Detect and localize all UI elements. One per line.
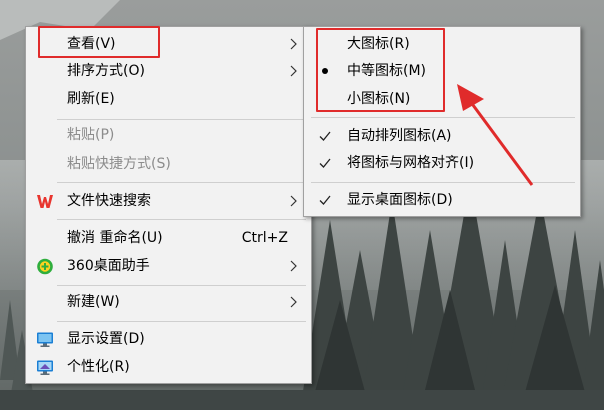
checkmark-icon bbox=[319, 195, 331, 205]
360-assistant-icon bbox=[37, 258, 53, 275]
menu-separator bbox=[57, 119, 306, 120]
menu-item-wps-file-search[interactable]: 文件快速搜索 bbox=[26, 188, 311, 214]
annotation-highlight-view bbox=[38, 26, 160, 58]
checkmark-icon bbox=[319, 131, 331, 141]
menu-item-new[interactable]: 新建(W) bbox=[26, 289, 311, 315]
chevron-right-icon bbox=[290, 195, 297, 207]
menu-separator bbox=[57, 285, 306, 286]
menu-item-sort-by-label: 排序方式(O) bbox=[67, 63, 145, 79]
menu-item-paste-label: 粘贴(P) bbox=[67, 127, 115, 143]
submenu-item-show-desktop-icons-label: 显示桌面图标(D) bbox=[347, 192, 453, 208]
menu-item-sort-by[interactable]: 排序方式(O) bbox=[26, 58, 311, 84]
chevron-right-icon bbox=[290, 65, 297, 77]
menu-item-refresh-label: 刷新(E) bbox=[67, 91, 115, 107]
submenu-item-auto-arrange[interactable]: 自动排列图标(A) bbox=[304, 123, 580, 149]
menu-separator bbox=[311, 117, 575, 118]
menu-item-display-settings-label: 显示设置(D) bbox=[67, 331, 145, 347]
chevron-right-icon bbox=[290, 260, 297, 272]
submenu-item-align-to-grid[interactable]: 将图标与网格对齐(I) bbox=[304, 150, 580, 176]
menu-separator bbox=[57, 182, 306, 183]
menu-item-paste: 粘贴(P) bbox=[26, 122, 311, 148]
monitor-icon bbox=[37, 332, 53, 347]
wps-w-icon bbox=[37, 195, 53, 208]
menu-item-360-desk-assistant-label: 360桌面助手 bbox=[67, 258, 150, 274]
checkmark-icon bbox=[319, 158, 331, 168]
annotation-highlight-icon-sizes bbox=[316, 28, 445, 112]
submenu-item-show-desktop-icons[interactable]: 显示桌面图标(D) bbox=[304, 187, 580, 213]
menu-item-personalize[interactable]: 个性化(R) bbox=[26, 354, 311, 380]
menu-separator bbox=[57, 219, 306, 220]
chevron-right-icon bbox=[290, 38, 297, 50]
chevron-right-icon bbox=[290, 296, 297, 308]
menu-item-new-label: 新建(W) bbox=[67, 294, 120, 310]
menu-item-360-desk-assistant[interactable]: 360桌面助手 bbox=[26, 253, 311, 279]
menu-item-undo-shortcut: Ctrl+Z bbox=[241, 230, 288, 246]
menu-item-undo-rename[interactable]: 撤消 重命名(U) Ctrl+Z bbox=[26, 225, 311, 251]
menu-item-paste-shortcut: 粘贴快捷方式(S) bbox=[26, 151, 311, 177]
submenu-item-auto-arrange-label: 自动排列图标(A) bbox=[347, 128, 452, 144]
desktop-context-menu: 查看(V) 排序方式(O) 刷新(E) 粘贴(P) 粘贴快捷方式(S) 文件快速… bbox=[25, 26, 312, 384]
menu-item-wps-file-search-label: 文件快速搜索 bbox=[67, 193, 151, 209]
menu-item-refresh[interactable]: 刷新(E) bbox=[26, 86, 311, 112]
menu-item-undo-rename-label: 撤消 重命名(U) bbox=[67, 230, 163, 246]
menu-separator bbox=[57, 321, 306, 322]
menu-item-personalize-label: 个性化(R) bbox=[67, 359, 130, 375]
submenu-item-align-to-grid-label: 将图标与网格对齐(I) bbox=[347, 155, 475, 171]
menu-item-display-settings[interactable]: 显示设置(D) bbox=[26, 326, 311, 352]
menu-separator bbox=[311, 182, 575, 183]
personalize-monitor-icon bbox=[37, 360, 53, 375]
menu-item-paste-shortcut-label: 粘贴快捷方式(S) bbox=[67, 156, 171, 172]
